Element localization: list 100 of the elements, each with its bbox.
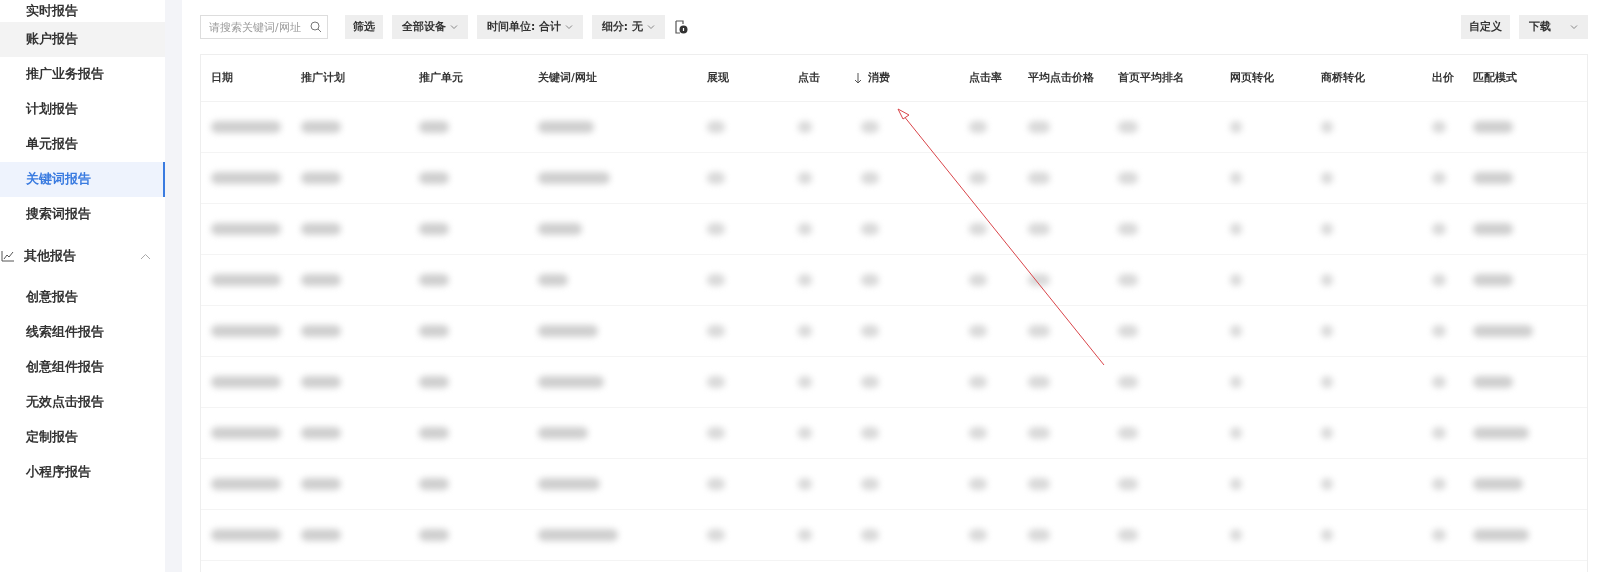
blurred-text xyxy=(1118,325,1138,337)
arrow-down-icon xyxy=(854,72,862,84)
column-header[interactable]: 网页转化 xyxy=(1230,71,1321,85)
blurred-text xyxy=(798,121,812,133)
sidebar-item[interactable]: 搜索词报告 xyxy=(0,197,165,232)
dropdown-button[interactable]: 细分: 无 xyxy=(591,15,665,39)
blurred-text xyxy=(969,529,987,541)
blurred-text xyxy=(1432,274,1446,286)
blurred-text xyxy=(1230,325,1242,337)
blurred-text xyxy=(1321,427,1333,439)
blurred-text xyxy=(1321,529,1333,541)
blurred-text xyxy=(1473,172,1513,184)
sidebar-item[interactable]: 小程序报告 xyxy=(0,455,165,490)
blurred-text xyxy=(301,274,341,286)
blurred-text xyxy=(538,121,594,133)
blurred-text xyxy=(1432,478,1446,490)
blurred-text xyxy=(1118,223,1138,235)
column-header[interactable]: 推广计划 xyxy=(301,71,419,85)
blurred-text xyxy=(707,529,725,541)
blurred-text xyxy=(798,478,812,490)
blurred-text xyxy=(1473,223,1513,235)
blurred-text xyxy=(969,427,987,439)
column-header[interactable]: 平均点击价格 xyxy=(1028,71,1118,85)
blurred-text xyxy=(861,121,879,133)
blurred-text xyxy=(861,478,879,490)
blurred-text xyxy=(211,376,281,388)
caret-icon xyxy=(450,24,458,30)
search-icon xyxy=(310,21,322,33)
sidebar-group-header[interactable]: 其他报告 xyxy=(0,232,165,280)
dropdown-button[interactable]: 全部设备 xyxy=(392,15,468,39)
column-header[interactable]: 出价 xyxy=(1432,71,1473,85)
blurred-text xyxy=(1432,172,1446,184)
blurred-text xyxy=(1473,376,1513,388)
blurred-text xyxy=(1230,274,1242,286)
sidebar-item[interactable]: 关键词报告 xyxy=(0,162,165,197)
blurred-text xyxy=(1118,376,1138,388)
blurred-text xyxy=(707,427,725,439)
blurred-text xyxy=(707,121,725,133)
column-header[interactable]: 商桥转化 xyxy=(1321,71,1432,85)
blurred-text xyxy=(1432,121,1446,133)
toolbar-button[interactable]: 自定义 xyxy=(1461,15,1510,39)
sidebar-item[interactable]: 定制报告 xyxy=(0,420,165,455)
blurred-text xyxy=(798,427,812,439)
blurred-text xyxy=(798,529,812,541)
dropdown-button[interactable]: 下载 xyxy=(1519,15,1588,39)
blurred-text xyxy=(538,325,598,337)
dropdown-button[interactable]: 时间单位: 合计 xyxy=(477,15,583,39)
blurred-text xyxy=(969,223,987,235)
column-header[interactable]: 匹配模式 xyxy=(1473,71,1587,85)
blurred-text xyxy=(707,325,725,337)
column-header[interactable]: 首页平均排名 xyxy=(1118,71,1230,85)
blurred-text xyxy=(798,325,812,337)
blurred-text xyxy=(969,478,987,490)
blurred-text xyxy=(211,529,281,541)
blurred-text xyxy=(1321,274,1333,286)
blurred-text xyxy=(1028,223,1050,235)
blurred-text xyxy=(1321,223,1333,235)
blurred-text xyxy=(211,172,281,184)
blurred-text xyxy=(1432,223,1446,235)
blurred-text xyxy=(301,478,341,490)
blurred-text xyxy=(1118,172,1138,184)
sidebar-item[interactable]: 计划报告 xyxy=(0,92,165,127)
blurred-text xyxy=(798,274,812,286)
blurred-text xyxy=(301,529,341,541)
search-field[interactable]: 请搜索关键词/网址 xyxy=(200,15,328,39)
sidebar-item[interactable]: 推广业务报告 xyxy=(0,57,165,92)
blurred-text xyxy=(1432,529,1446,541)
sidebar-item[interactable]: 线索组件报告 xyxy=(0,315,165,350)
blurred-text xyxy=(1473,529,1529,541)
blurred-text xyxy=(1028,376,1050,388)
blurred-text xyxy=(211,427,281,439)
blurred-text xyxy=(707,223,725,235)
column-header[interactable]: 推广单元 xyxy=(419,71,538,85)
blurred-text xyxy=(1473,478,1523,490)
toolbar-button[interactable]: 筛选 xyxy=(345,15,383,39)
column-header[interactable]: 展现 xyxy=(707,71,798,85)
sidebar-item[interactable]: 实时报告 xyxy=(0,0,165,22)
blurred-text xyxy=(861,376,879,388)
sidebar-item[interactable]: 无效点击报告 xyxy=(0,385,165,420)
blurred-text xyxy=(969,172,987,184)
document-help-icon[interactable] xyxy=(673,20,688,34)
blurred-text xyxy=(211,274,281,286)
sidebar-item[interactable]: 创意组件报告 xyxy=(0,350,165,385)
blurred-text xyxy=(301,121,341,133)
sidebar-item[interactable]: 单元报告 xyxy=(0,127,165,162)
blurred-text xyxy=(301,376,341,388)
blurred-text xyxy=(1230,172,1242,184)
blurred-text xyxy=(301,427,341,439)
sidebar-item[interactable]: 账户报告 xyxy=(0,22,165,57)
blurred-text xyxy=(1028,121,1050,133)
blurred-text xyxy=(1321,172,1333,184)
blurred-text xyxy=(861,223,879,235)
blurred-text xyxy=(798,172,812,184)
caret-icon xyxy=(564,24,573,30)
sidebar-item[interactable]: 创意报告 xyxy=(0,280,165,315)
column-header[interactable]: 日期 xyxy=(211,71,301,85)
blurred-text xyxy=(861,325,879,337)
column-header[interactable]: 关键词/网址 xyxy=(538,71,707,85)
blurred-text xyxy=(1230,376,1242,388)
column-header[interactable]: 点击率 xyxy=(969,71,1028,85)
